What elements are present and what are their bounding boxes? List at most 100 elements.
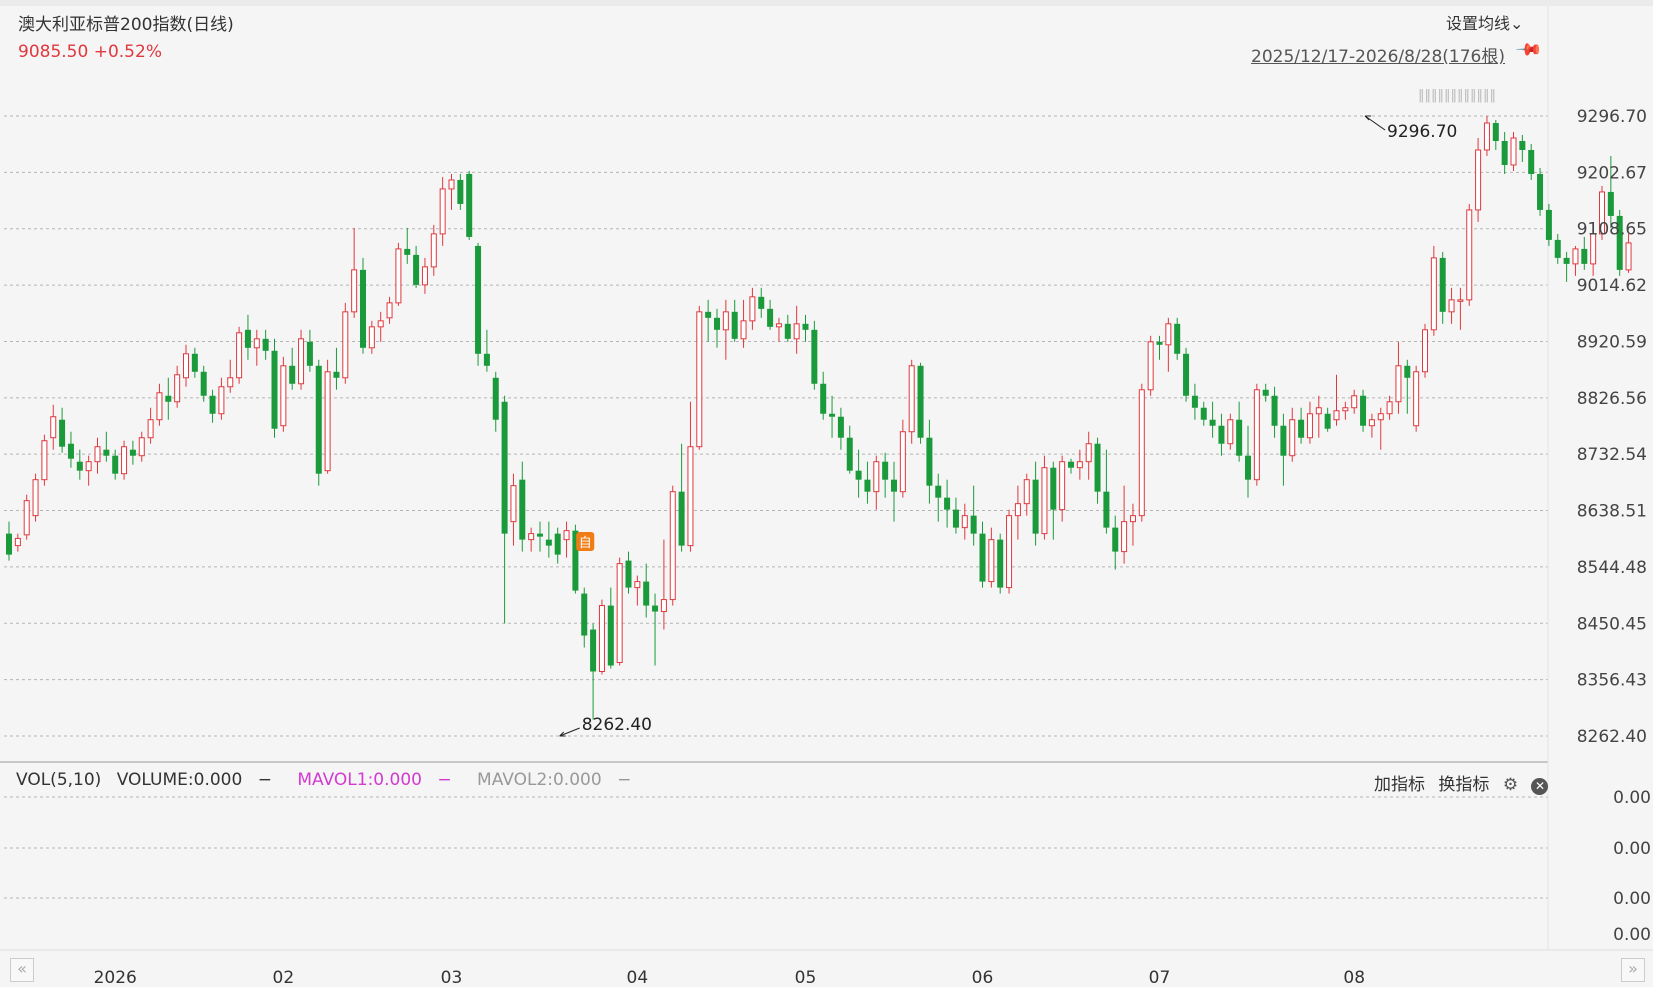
candle: [156, 383, 163, 426]
candle: [377, 311, 384, 342]
candle-body: [749, 296, 756, 322]
candle-body: [1227, 419, 1234, 445]
candle: [855, 449, 862, 498]
date-range-link[interactable]: 2025/12/17-2026/8/28(176根): [1251, 42, 1505, 67]
candle: [244, 314, 251, 360]
candle-body: [147, 419, 154, 439]
candle: [1227, 413, 1234, 450]
candle: [979, 521, 986, 588]
candle-body: [537, 533, 543, 537]
candle-body: [988, 539, 995, 583]
candle: [944, 479, 951, 528]
candle: [1245, 425, 1251, 498]
candle-body: [1200, 407, 1207, 420]
candle-body: [855, 470, 862, 480]
scroll-left-button[interactable]: «: [10, 958, 34, 982]
candle: [1174, 317, 1181, 360]
candle-body: [1218, 425, 1225, 444]
candle-body: [1306, 413, 1313, 439]
candle-body: [793, 323, 800, 340]
x-tick-label: 05: [795, 968, 817, 987]
candle: [466, 170, 473, 240]
candle-body: [227, 377, 234, 388]
candle: [1483, 115, 1490, 156]
candle: [581, 587, 588, 648]
candle-body: [944, 497, 951, 510]
candle: [1006, 509, 1013, 594]
candle-body: [1324, 413, 1331, 429]
candle-body: [1528, 149, 1535, 174]
y-tick-label: 8356.43: [1577, 671, 1647, 691]
candle: [1121, 485, 1128, 564]
candle-body: [979, 533, 986, 582]
x-tick-label: 03: [441, 968, 463, 987]
set-ma-button[interactable]: 设置均线⌄: [1446, 10, 1523, 34]
candle: [908, 359, 915, 444]
candle-body: [625, 560, 632, 588]
candle-body: [413, 254, 420, 285]
candle-body: [758, 296, 765, 309]
candle: [121, 440, 128, 480]
candle: [183, 344, 189, 387]
candle: [1183, 347, 1190, 402]
candle: [50, 404, 57, 450]
scroll-indicator[interactable]: ‖‖‖‖‖‖‖‖‖‖‖‖: [1418, 88, 1496, 103]
candle: [899, 419, 906, 498]
candle: [404, 227, 411, 264]
close-icon[interactable]: ✕: [1531, 778, 1549, 795]
candle: [811, 320, 818, 390]
volume-tick-label: 0.00: [1613, 889, 1651, 909]
candle-body: [616, 563, 623, 664]
y-tick-label: 8262.40: [1577, 727, 1647, 747]
candle-body: [23, 500, 30, 536]
candle-body: [1121, 521, 1128, 553]
candle: [891, 461, 897, 522]
candle-body: [935, 485, 942, 498]
candle: [147, 407, 154, 444]
candle-body: [1572, 248, 1579, 265]
candle: [829, 395, 836, 438]
candle-body: [1103, 491, 1110, 528]
chart-title: 澳大利亚标普200指数(日线): [18, 15, 234, 35]
switch-indicator-button[interactable]: 换指标: [1438, 775, 1489, 795]
candle-body: [1014, 503, 1021, 517]
candle-body: [324, 371, 331, 472]
candle: [554, 527, 561, 564]
candle-body: [820, 383, 827, 414]
candle: [917, 362, 924, 444]
candle: [1059, 455, 1066, 522]
candle-body: [1156, 341, 1163, 345]
candle-body: [483, 353, 490, 366]
candle: [457, 173, 464, 210]
candle-body: [873, 461, 880, 493]
candle-body: [183, 353, 189, 379]
candle: [749, 287, 756, 330]
volume-tick-label: 0.00: [1613, 925, 1651, 945]
candle: [1537, 167, 1544, 216]
add-indicator-button[interactable]: 加指标: [1374, 775, 1425, 795]
candle-body: [1404, 365, 1411, 378]
candle: [1112, 515, 1119, 570]
gear-icon[interactable]: ⚙: [1503, 775, 1518, 795]
candle: [607, 587, 614, 669]
candle: [1014, 485, 1021, 540]
candle-body: [1023, 479, 1030, 505]
candle-body: [244, 329, 251, 348]
scroll-right-button[interactable]: »: [1621, 958, 1645, 982]
candle: [793, 305, 800, 354]
candle: [1271, 386, 1278, 438]
candle-body: [209, 395, 216, 414]
candle-body: [1377, 413, 1384, 421]
candle-body: [607, 605, 614, 666]
mavol2-value: MAVOL2:0.000 −: [477, 770, 632, 790]
candle-body: [298, 338, 305, 385]
candle: [421, 257, 428, 294]
candle-body: [1492, 123, 1499, 141]
candle-body: [1068, 461, 1074, 468]
candle-body: [492, 377, 499, 420]
candle: [740, 299, 747, 348]
candle-body: [50, 416, 57, 439]
candle-body: [1245, 455, 1251, 480]
candle: [174, 365, 181, 408]
candle-body: [368, 326, 375, 349]
